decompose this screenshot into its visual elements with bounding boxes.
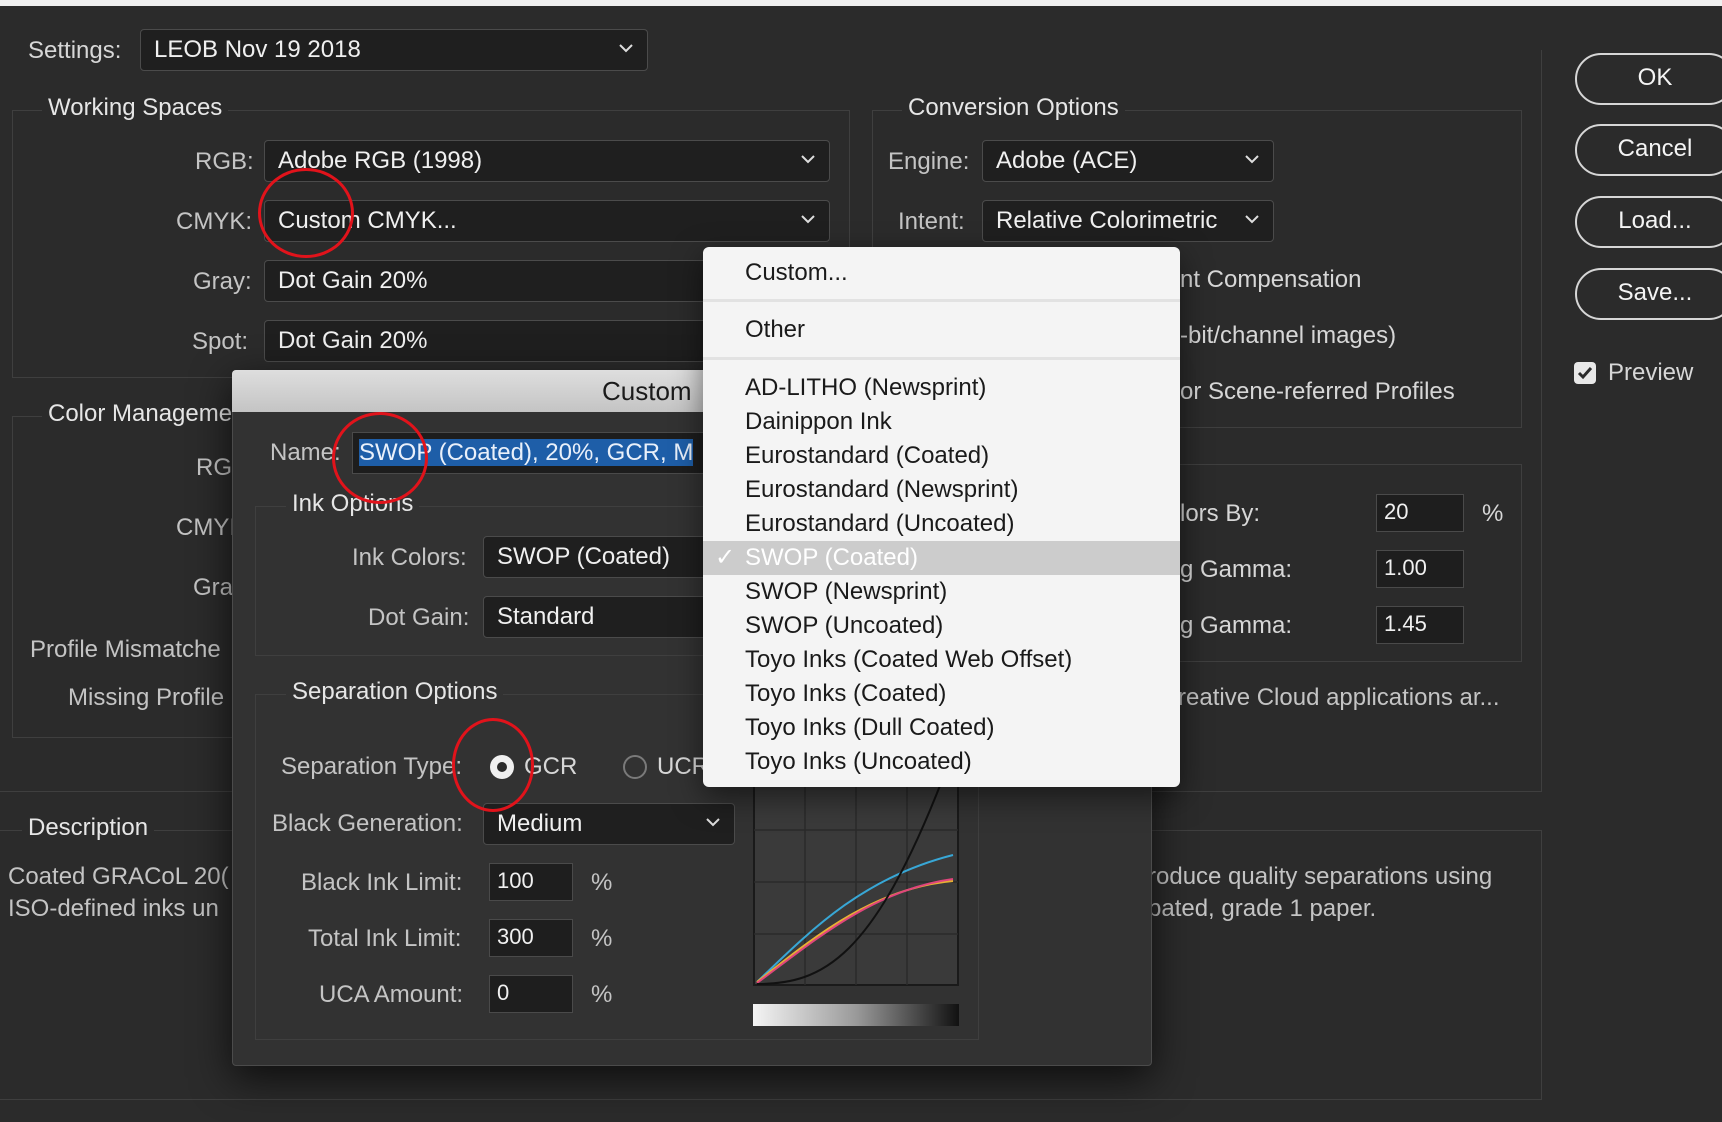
dot-gain-value: Standard <box>497 603 595 630</box>
menu-separator <box>703 357 1180 360</box>
name-label: Name: <box>270 439 341 466</box>
menu-item[interactable]: Eurostandard (Coated) <box>703 439 1180 473</box>
ink-colors-menu: Custom... Other AD-LITHO (Newsprint) Dai… <box>703 247 1180 787</box>
menu-item[interactable]: Eurostandard (Uncoated) <box>703 507 1180 541</box>
ink-colors-select[interactable]: SWOP (Coated) <box>483 536 715 578</box>
description-title: Description <box>22 814 155 842</box>
load-button[interactable]: Load... <box>1575 196 1722 248</box>
dot-gain-select[interactable]: Standard <box>483 596 715 638</box>
top-edge <box>0 0 1722 6</box>
gray-ramp <box>753 1004 959 1026</box>
ucr-label: UCR <box>657 753 709 780</box>
checkmark-icon: ✓ <box>715 544 736 571</box>
annotation-circle-gcr <box>452 718 534 812</box>
black-ink-limit-input[interactable]: 100 <box>489 863 573 901</box>
menu-item[interactable]: Toyo Inks (Uncoated) <box>703 745 1180 779</box>
menu-item[interactable]: SWOP (Uncoated) <box>703 609 1180 643</box>
menu-item[interactable]: Toyo Inks (Dull Coated) <box>703 711 1180 745</box>
black-generation-label: Black Generation: <box>272 810 463 837</box>
preview-label: Preview <box>1608 359 1694 386</box>
total-ink-limit-unit: % <box>591 925 613 952</box>
menu-item-custom[interactable]: Custom... <box>703 256 1180 290</box>
cancel-button[interactable]: Cancel <box>1575 124 1722 176</box>
menu-separator <box>703 299 1180 302</box>
menu-item[interactable]: Eurostandard (Newsprint) <box>703 473 1180 507</box>
checkmark-icon <box>1577 367 1593 380</box>
separation-type-label: Separation Type: <box>281 753 463 780</box>
description-right-line-1: roduce quality separations using <box>1148 863 1493 890</box>
total-ink-limit-label: Total Ink Limit: <box>308 925 462 952</box>
menu-item[interactable]: Toyo Inks (Coated Web Offset) <box>703 643 1180 677</box>
black-ink-limit-unit: % <box>591 869 613 896</box>
annotation-circle-name <box>332 412 428 504</box>
description-line-1: Coated GRACoL 20( <box>8 863 229 890</box>
uca-amount-unit: % <box>591 981 613 1008</box>
ink-colors-label: Ink Colors: <box>352 544 467 571</box>
menu-item-other[interactable]: Other <box>703 313 1180 347</box>
dot-gain-label: Dot Gain: <box>368 604 470 631</box>
separation-curves-graph <box>753 778 959 986</box>
description-right-line-2: bated, grade 1 paper. <box>1148 895 1377 922</box>
menu-item-selected[interactable]: ✓ SWOP (Coated) <box>703 541 1180 575</box>
save-button[interactable]: Save... <box>1575 268 1722 320</box>
menu-item[interactable]: SWOP (Newsprint) <box>703 575 1180 609</box>
black-ink-limit-label: Black Ink Limit: <box>301 869 463 896</box>
menu-item[interactable]: Toyo Inks (Coated) <box>703 677 1180 711</box>
uca-amount-label: UCA Amount: <box>319 981 464 1008</box>
separation-options-title: Separation Options <box>286 678 504 706</box>
black-generation-select[interactable]: Medium <box>483 803 735 845</box>
ink-colors-value: SWOP (Coated) <box>497 543 670 570</box>
menu-item-selected-label: SWOP (Coated) <box>745 544 918 571</box>
preview-checkbox[interactable] <box>1574 362 1596 384</box>
custom-cmyk-dialog-title: Custom <box>602 376 692 406</box>
chevron-down-icon <box>706 804 722 844</box>
ok-button[interactable]: OK <box>1575 53 1722 105</box>
menu-item[interactable]: AD-LITHO (Newsprint) <box>703 371 1180 405</box>
menu-item[interactable]: Dainippon Ink <box>703 405 1180 439</box>
annotation-circle-cmyk <box>258 168 354 258</box>
total-ink-limit-input[interactable]: 300 <box>489 919 573 957</box>
description-line-2: ISO-defined inks un <box>8 895 219 922</box>
black-generation-value: Medium <box>497 810 583 837</box>
uca-amount-input[interactable]: 0 <box>489 975 573 1013</box>
ucr-radio[interactable] <box>623 755 647 779</box>
